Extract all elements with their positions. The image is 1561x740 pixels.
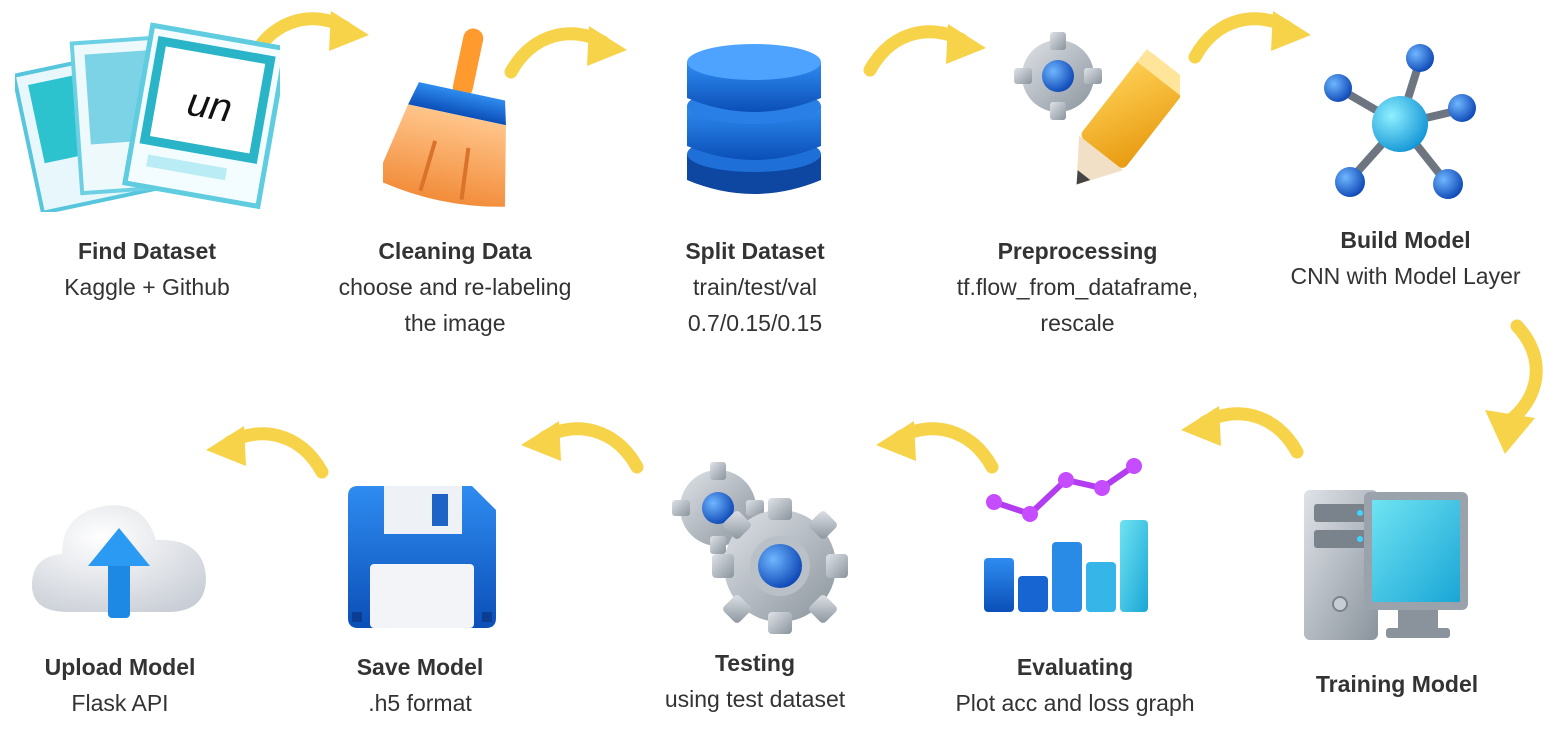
- arrow-8-icon: [515, 415, 645, 475]
- step-title: Build Model: [1340, 227, 1471, 253]
- step-cleaning-data: Cleaning Data choose and re-labeling the…: [310, 233, 600, 341]
- step-desc: rescale: [1040, 310, 1115, 336]
- step-desc: .h5 format: [368, 690, 472, 716]
- step-desc: using test dataset: [664, 686, 846, 712]
- arrow-6-icon: [1175, 400, 1305, 460]
- database-icon: [687, 44, 821, 194]
- floppy-icon: [348, 486, 496, 628]
- broom-icon: [383, 28, 506, 207]
- computer-icon: [1304, 490, 1468, 640]
- step-title: Training Model: [1315, 671, 1479, 697]
- step-title: Cleaning Data: [378, 238, 532, 264]
- step-title: Evaluating: [1016, 654, 1134, 680]
- step-preprocessing: Preprocessing tf.flow_from_dataframe, re…: [930, 233, 1225, 341]
- photo-logo-text: un: [184, 80, 235, 131]
- step-title: Testing: [714, 650, 796, 676]
- step-title: Find Dataset: [77, 238, 217, 264]
- cloud-upload-icon: [31, 505, 207, 618]
- step-desc: CNN with Model Layer: [1290, 263, 1521, 289]
- step-title: Save Model: [356, 654, 484, 680]
- step-evaluating: Evaluating Plot acc and loss graph: [940, 649, 1210, 721]
- gear-pencil-icon: [1014, 32, 1180, 185]
- step-training-model: Training Model: [1282, 666, 1512, 702]
- photos-icon: un: [15, 22, 280, 212]
- step-find-dataset: Find Dataset Kaggle + Github: [27, 233, 267, 305]
- step-desc: Flask API: [71, 690, 169, 716]
- step-desc: tf.flow_from_dataframe,: [956, 274, 1199, 300]
- step-testing: Testing using test dataset: [640, 645, 870, 717]
- step-build-model: Build Model CNN with Model Layer: [1268, 222, 1543, 294]
- step-desc: Plot acc and loss graph: [955, 690, 1195, 716]
- arrow-4-icon: [1187, 5, 1317, 65]
- arrow-5-icon: [1485, 319, 1543, 454]
- step-save-model: Save Model .h5 format: [320, 649, 520, 721]
- step-upload-model: Upload Model Flask API: [20, 649, 220, 721]
- step-split-dataset: Split Dataset train/test/val 0.7/0.15/0.…: [640, 233, 870, 341]
- step-title: Upload Model: [44, 654, 196, 680]
- gears-icon: [672, 462, 848, 634]
- step-desc: Kaggle + Github: [64, 274, 230, 300]
- step-desc: the image: [404, 310, 506, 336]
- arrow-9-icon: [200, 420, 330, 480]
- step-desc: 0.7/0.15/0.15: [687, 310, 823, 336]
- arrow-3-icon: [862, 18, 992, 78]
- step-desc: train/test/val: [693, 274, 817, 300]
- chart-icon: [984, 458, 1148, 612]
- step-title: Preprocessing: [997, 238, 1158, 264]
- step-desc: choose and re-labeling: [338, 274, 572, 300]
- network-icon: [1324, 44, 1476, 199]
- step-title: Split Dataset: [685, 238, 825, 264]
